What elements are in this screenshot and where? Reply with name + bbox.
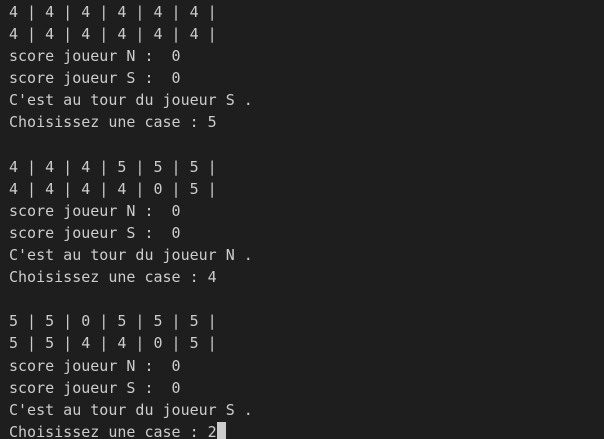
board-row-south: 5 | 5 | 4 | 4 | 0 | 5 | [9, 334, 217, 353]
turn-message: C'est au tour du joueur S . [9, 91, 253, 110]
terminal-output[interactable]: 4 | 4 | 4 | 4 | 4 | 4 | 4 | 4 | 4 | 4 | … [0, 0, 604, 439]
board-row-south: 4 | 4 | 4 | 4 | 0 | 5 | [9, 179, 217, 198]
board-row-north: 4 | 4 | 4 | 5 | 5 | 5 | [9, 157, 217, 176]
board-row-south: 4 | 4 | 4 | 4 | 4 | 4 | [9, 25, 217, 44]
text-cursor [216, 421, 226, 439]
score-line-north: score joueur N : 0 [9, 47, 181, 66]
score-line-north: score joueur N : 0 [9, 356, 181, 375]
choice-prompt: Choisissez une case : 4 [9, 268, 217, 287]
score-line-north: score joueur N : 0 [9, 201, 181, 220]
board-row-north: 5 | 5 | 0 | 5 | 5 | 5 | [9, 312, 217, 331]
score-line-south: score joueur S : 0 [9, 223, 181, 242]
current-prompt: Choisissez une case : 2 [9, 422, 217, 439]
board-row-north: 4 | 4 | 4 | 4 | 4 | 4 | [9, 3, 217, 21]
score-line-south: score joueur S : 0 [9, 69, 181, 88]
current-input-line[interactable]: Choisissez une case : 2 [9, 421, 604, 439]
turn-message: C'est au tour du joueur N . [9, 246, 253, 265]
turn-message: C'est au tour du joueur S . [9, 400, 253, 419]
choice-prompt: Choisissez une case : 5 [9, 113, 217, 132]
score-line-south: score joueur S : 0 [9, 378, 181, 397]
